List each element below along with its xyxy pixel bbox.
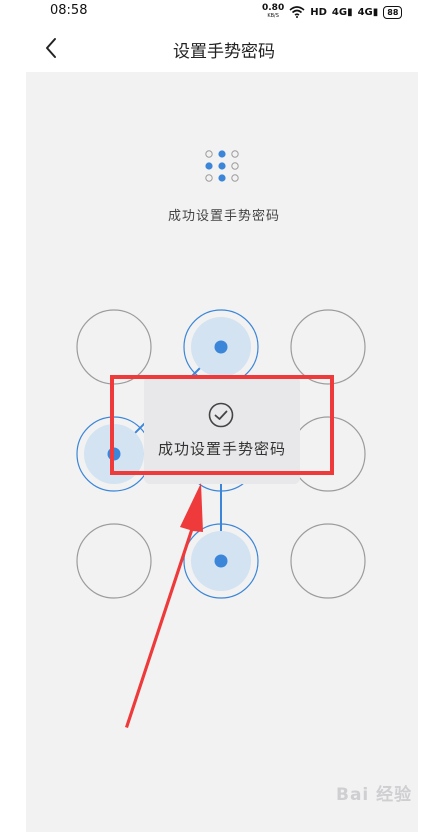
pattern-node-7[interactable] xyxy=(76,523,152,599)
pattern-node-8[interactable] xyxy=(183,523,259,599)
watermark: Bai 经验 xyxy=(336,785,413,805)
pattern-node-2[interactable] xyxy=(183,309,259,385)
annotation-highlight-box xyxy=(110,375,334,475)
pattern-node-9[interactable] xyxy=(290,523,366,599)
pattern-node-1[interactable] xyxy=(76,309,152,385)
pattern-node-3[interactable] xyxy=(290,309,366,385)
